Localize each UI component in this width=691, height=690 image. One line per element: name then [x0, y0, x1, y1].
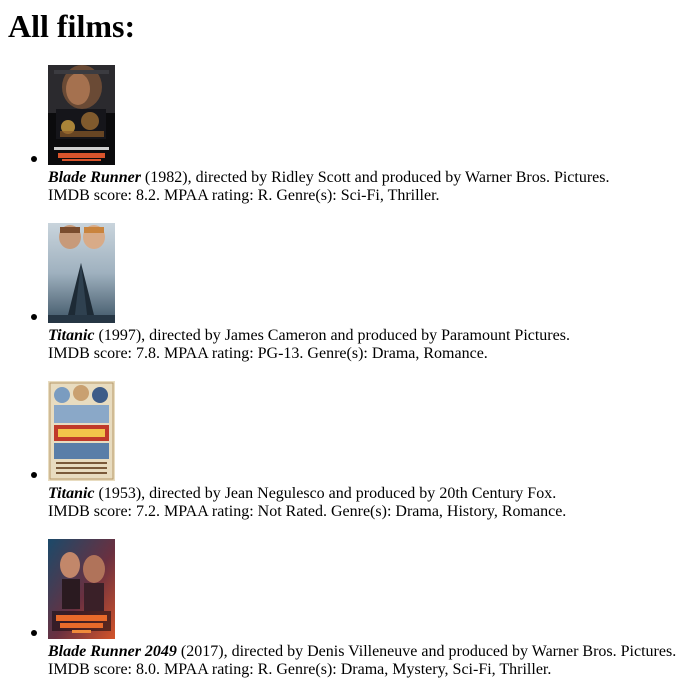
imdb-label: IMDB score:	[48, 345, 132, 362]
film-summary: Titanic (1997), directed by James Camero…	[48, 327, 570, 345]
film-rating: R.	[257, 187, 273, 204]
film-producer: Paramount Pictures.	[441, 327, 570, 344]
film-rating: Not Rated.	[257, 503, 327, 520]
film-title: Blade Runner	[48, 169, 141, 186]
produced-by-label: and produced by	[354, 169, 462, 186]
film-rating: PG-13.	[257, 345, 304, 362]
bullet-icon	[31, 472, 37, 478]
film-producer: Warner Bros. Pictures.	[465, 169, 610, 186]
imdb-label: IMDB score:	[48, 661, 132, 678]
film-score: 7.2.	[135, 503, 160, 520]
genres-label: Genre(s):	[276, 661, 337, 678]
film-genres: Drama, History, Romance.	[395, 503, 567, 520]
film-score: 8.2.	[135, 187, 160, 204]
film-director: James Cameron	[224, 327, 327, 344]
genres-label: Genre(s):	[276, 187, 337, 204]
list-item: Titanic (1953), directed by Jean Negules…	[0, 381, 691, 521]
film-title: Titanic	[48, 327, 95, 344]
bullet-icon	[31, 630, 37, 636]
mpaa-label: MPAA rating:	[163, 661, 254, 678]
film-director: Ridley Scott	[271, 169, 351, 186]
film-summary: Blade Runner 2049 (2017), directed by De…	[48, 643, 676, 661]
film-year: (1997),	[98, 327, 146, 344]
film-details: IMDB score: 7.8. MPAA rating: PG-13. Gen…	[48, 345, 488, 363]
film-genres: Sci-Fi, Thriller.	[340, 187, 440, 204]
blade-runner-poster	[48, 65, 115, 165]
film-title: Titanic	[48, 485, 95, 502]
imdb-label: IMDB score:	[48, 187, 132, 204]
genres-label: Genre(s):	[307, 345, 368, 362]
film-year: (1982),	[144, 169, 192, 186]
film-details: IMDB score: 7.2. MPAA rating: Not Rated.…	[48, 503, 566, 521]
film-score: 8.0.	[135, 661, 160, 678]
directed-by-label: directed by	[231, 643, 304, 660]
mpaa-label: MPAA rating:	[163, 345, 254, 362]
produced-by-label: and produced by	[421, 643, 529, 660]
directed-by-label: directed by	[149, 327, 221, 344]
film-genres: Drama, Romance.	[371, 345, 488, 362]
bullet-icon	[31, 156, 37, 162]
film-director: Jean Negulesco	[224, 485, 325, 502]
film-year: (2017),	[180, 643, 228, 660]
bullet-icon	[31, 314, 37, 320]
film-director: Denis Villeneuve	[307, 643, 418, 660]
film-details: IMDB score: 8.0. MPAA rating: R. Genre(s…	[48, 661, 551, 679]
genres-label: Genre(s):	[330, 503, 392, 520]
list-item: Blade Runner (1982), directed by Ridley …	[0, 65, 691, 205]
film-year: (1953),	[98, 485, 146, 502]
mpaa-label: MPAA rating:	[163, 503, 254, 520]
list-item: Blade Runner 2049 (2017), directed by De…	[0, 539, 691, 679]
directed-by-label: directed by	[149, 485, 221, 502]
film-rating: R.	[257, 661, 273, 678]
film-producer: 20th Century Fox.	[439, 485, 557, 502]
titanic-1953-poster	[48, 381, 115, 481]
film-details: IMDB score: 8.2. MPAA rating: R. Genre(s…	[48, 187, 440, 205]
list-item: Titanic (1997), directed by James Camero…	[0, 223, 691, 363]
blade-runner-2049-poster	[48, 539, 115, 639]
film-summary: Titanic (1953), directed by Jean Negules…	[48, 485, 556, 503]
titanic-1997-poster	[48, 223, 115, 323]
mpaa-label: MPAA rating:	[163, 187, 254, 204]
film-summary: Blade Runner (1982), directed by Ridley …	[48, 169, 609, 187]
film-producer: Warner Bros. Pictures.	[531, 643, 677, 660]
page-title: All films:	[8, 8, 136, 44]
film-title: Blade Runner 2049	[48, 643, 177, 660]
film-genres: Drama, Mystery, Sci-Fi, Thriller.	[340, 661, 552, 678]
imdb-label: IMDB score:	[48, 503, 132, 520]
produced-by-label: and produced by	[330, 327, 438, 344]
film-score: 7.8.	[135, 345, 160, 362]
directed-by-label: directed by	[195, 169, 268, 186]
produced-by-label: and produced by	[328, 485, 436, 502]
